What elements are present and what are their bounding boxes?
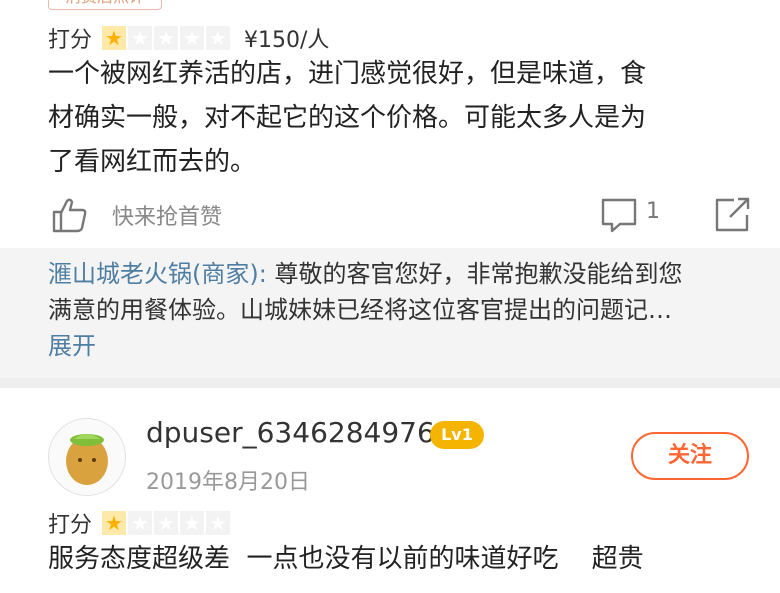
star-icon: ★ [102, 511, 127, 535]
review-date: 2019年8月20日 [146, 470, 310, 495]
star-icon: ★ [128, 26, 153, 50]
review-text[interactable]: 一个被网红养活的店，进门感觉很好，但是味道，食 材确实一般，对不起它的这个价格。… [48, 52, 748, 184]
star-icon: ★ [206, 511, 231, 535]
merchant-reply: 滙山城老火锅(商家): 尊敬的客官您好，非常抱歉没能给到您 满意的用餐体验。山城… [0, 248, 780, 378]
star-icon: ★ [154, 511, 179, 535]
avatar-icon [66, 434, 108, 485]
review-tag: 消费后点评 [48, 0, 162, 10]
review-text-line: 材确实一般，对不起它的这个价格。可能太多人是为 [48, 103, 647, 133]
star-icon: ★ [180, 511, 205, 535]
like-button[interactable]: 快来抢首赞 [112, 199, 222, 231]
star-rating: ★ ★ ★ ★ ★ [102, 26, 231, 50]
merchant-reply-text: 滙山城老火锅(商家): 尊敬的客官您好，非常抱歉没能给到您 满意的用餐体验。山城… [48, 256, 732, 328]
merchant-name[interactable]: 滙山城老火锅(商家): [48, 260, 267, 288]
comment-count[interactable]: 1 [646, 199, 660, 224]
review-text-line: 一个被网红养活的店，进门感觉很好，但是味道，食 [48, 59, 647, 89]
comment-icon[interactable] [600, 196, 638, 234]
rating-row: 打分 ★ ★ ★ ★ ★ [48, 507, 244, 539]
merchant-reply-line: 满意的用餐体验。山城妹妹已经将这位客官提出的问题记… [48, 296, 672, 324]
rating-label: 打分 [48, 28, 93, 53]
share-icon[interactable] [712, 195, 752, 235]
rating-label: 打分 [48, 513, 93, 538]
star-icon: ★ [206, 26, 231, 50]
username[interactable]: dpuser_6346284976 [146, 416, 435, 449]
review-text[interactable]: 服务态度超级差 一点也没有以前的味道好吃 超贵 [48, 537, 748, 581]
merchant-reply-line: 尊敬的客官您好，非常抱歉没能给到您 [266, 260, 683, 288]
star-icon: ★ [180, 26, 205, 50]
expand-link[interactable]: 展开 [48, 328, 732, 364]
follow-button[interactable]: 关注 [631, 432, 749, 480]
star-icon: ★ [102, 26, 127, 50]
price-per-person: ¥150/人 [244, 28, 330, 53]
rating-row: 打分 ★ ★ ★ ★ ★ ¥150/人 [48, 22, 329, 54]
review-actions: 快来抢首赞 1 [50, 195, 750, 235]
section-divider [0, 378, 780, 388]
review-text-line: 了看网红而去的。 [48, 147, 257, 177]
star-icon: ★ [154, 26, 179, 50]
level-badge: Lv1 [430, 421, 484, 449]
avatar[interactable] [48, 418, 126, 496]
star-icon: ★ [128, 511, 153, 535]
like-icon[interactable] [50, 195, 90, 235]
star-rating: ★ ★ ★ ★ ★ [102, 511, 231, 535]
